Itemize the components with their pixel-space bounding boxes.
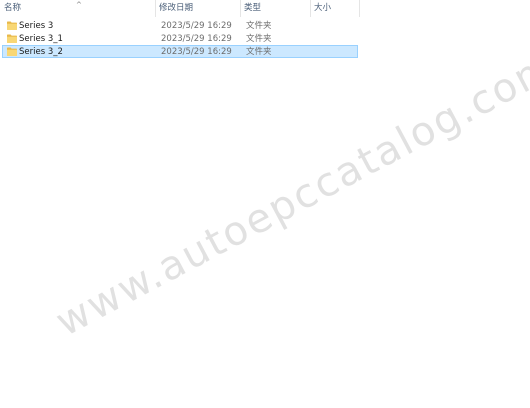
column-divider[interactable]: [359, 0, 360, 17]
folder-icon: [7, 34, 17, 43]
column-header-type[interactable]: 类型: [240, 0, 310, 17]
watermark: www.autoepccatalog.com: [48, 42, 530, 346]
column-header-date[interactable]: 修改日期: [155, 0, 240, 17]
file-row[interactable]: Series 3_1 2023/5/29 16:29 文件夹: [2, 32, 358, 45]
column-header-bar: 名称 ^ 修改日期 类型 大小: [0, 0, 360, 17]
folder-icon: [7, 47, 17, 56]
folder-icon: [7, 21, 17, 30]
column-header-name-label: 名称: [4, 3, 22, 13]
file-row-selected[interactable]: Series 3_2 2023/5/29 16:29 文件夹: [2, 45, 358, 58]
column-header-type-label: 类型: [244, 3, 262, 13]
column-header-date-label: 修改日期: [159, 3, 194, 13]
column-header-size-label: 大小: [314, 3, 332, 13]
file-explorer: 名称 ^ 修改日期 类型 大小 Series 3 2023/5/29 16:29…: [0, 0, 530, 408]
file-type: 文件夹: [246, 47, 272, 57]
sort-up-icon: ^: [76, 1, 82, 9]
file-name: Series 3_2: [19, 47, 63, 57]
file-row[interactable]: Series 3 2023/5/29 16:29 文件夹: [2, 19, 358, 32]
file-date: 2023/5/29 16:29: [161, 47, 232, 57]
column-header-name[interactable]: 名称 ^: [0, 0, 155, 17]
file-list: Series 3 2023/5/29 16:29 文件夹 Series 3_1 …: [0, 19, 360, 58]
column-header-size[interactable]: 大小: [310, 0, 360, 17]
